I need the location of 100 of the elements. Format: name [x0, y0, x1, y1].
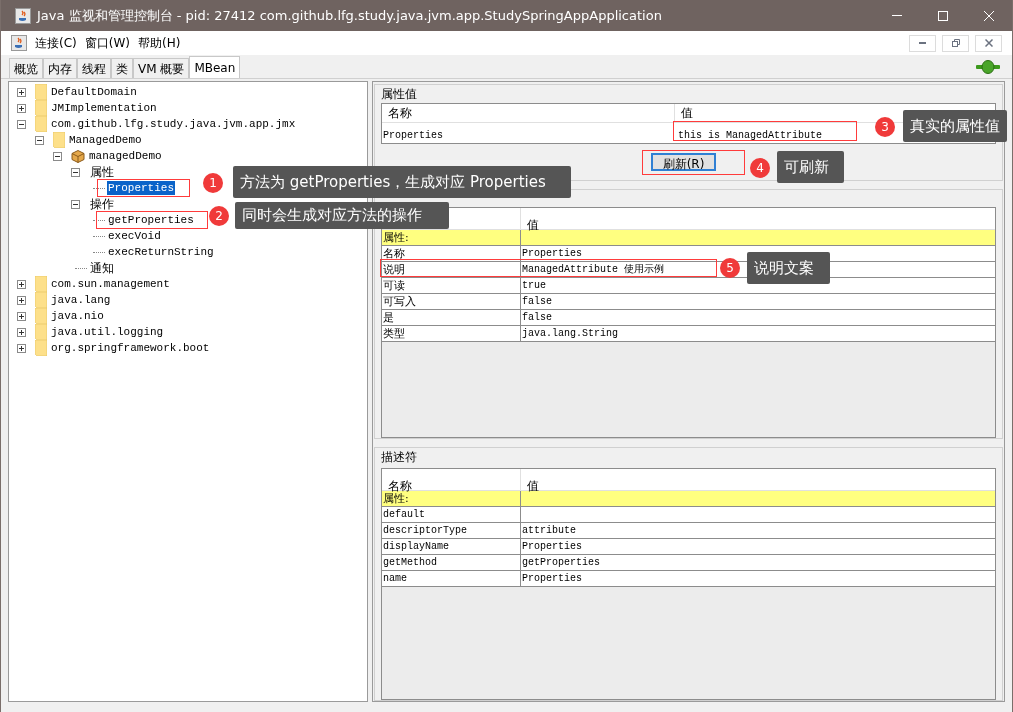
bean-icon	[71, 149, 85, 163]
table-cell: 可写入	[383, 295, 416, 308]
tab[interactable]: 线程	[77, 58, 111, 78]
expand-icon[interactable]	[17, 103, 26, 113]
folder-icon	[35, 340, 47, 356]
table-cell: name	[383, 572, 407, 585]
refresh-button[interactable]: 刷新(R)	[650, 153, 717, 171]
table-cell: Properties	[383, 130, 443, 141]
table-cell: true	[522, 279, 546, 292]
expand-icon[interactable]	[17, 87, 26, 97]
annotation-tooltip: 方法为 getProperties，生成对应 Properties	[233, 166, 571, 198]
tree-item[interactable]: 操作	[89, 197, 115, 211]
table-cell: Properties	[522, 572, 582, 585]
value-text[interactable]: this is ManagedAttribute	[678, 130, 823, 141]
collapse-icon[interactable]	[71, 199, 80, 209]
tree-item[interactable]: Properties	[107, 181, 175, 195]
group-title: 属性值	[380, 86, 417, 103]
collapse-icon[interactable]	[17, 119, 26, 129]
folder-icon	[35, 292, 47, 308]
tree-item[interactable]: DefaultDomain	[50, 85, 138, 99]
tab[interactable]: 概览	[9, 58, 43, 78]
tree-item[interactable]: 属性	[89, 165, 115, 179]
restore-icon	[951, 39, 960, 47]
folder-icon	[35, 324, 47, 340]
column-header[interactable]: 值	[527, 479, 539, 493]
table-cell: false	[522, 295, 552, 308]
menu-item[interactable]: 连接(C)	[35, 34, 77, 52]
tab[interactable]: 类	[111, 58, 133, 78]
expand-icon[interactable]	[17, 311, 26, 321]
app-icon	[11, 35, 27, 51]
table-cell: 名称	[383, 247, 405, 260]
group-title: 描述符	[380, 449, 417, 466]
menu-item[interactable]: 帮助(H)	[138, 34, 181, 52]
tree-item[interactable]: execReturnString	[107, 245, 215, 259]
java-icon	[15, 7, 31, 24]
collapse-icon[interactable]	[53, 151, 62, 161]
table-cell: default	[383, 508, 425, 521]
folder-icon	[35, 308, 47, 324]
table-cell: getMethod	[383, 556, 437, 569]
tree-item[interactable]: ManagedDemo	[68, 133, 143, 147]
window-title: Java 监视和管理控制台 - pid: 27412 com.github.lfg.study.java.jvm.app.StudySpringAppApplication	[37, 6, 662, 25]
minimize-icon	[892, 15, 902, 16]
column-header[interactable]: 名称	[388, 106, 412, 120]
minimize-icon	[919, 42, 926, 44]
table-cell: 属性:	[383, 231, 409, 244]
restore-button[interactable]	[942, 34, 969, 52]
expand-icon[interactable]	[17, 295, 26, 305]
close-button[interactable]	[975, 34, 1002, 52]
annotation-tooltip: 真实的属性值	[903, 110, 1007, 142]
table-cell: ManagedAttribute 使用示例	[522, 263, 665, 276]
connected-icon	[976, 60, 1000, 74]
column-header[interactable]: 值	[681, 106, 693, 120]
tree-item[interactable]: 通知	[89, 261, 115, 275]
folder-icon	[35, 84, 47, 100]
folder-icon	[35, 116, 47, 132]
table-cell: 是	[383, 311, 394, 324]
tree-item[interactable]: java.nio	[50, 309, 105, 323]
folder-icon	[35, 100, 47, 116]
table-cell: false	[522, 311, 552, 324]
tree-item[interactable]: managedDemo	[88, 149, 163, 163]
table-cell: Properties	[522, 540, 582, 553]
table-cell: descriptorType	[383, 524, 467, 537]
annotation-tooltip: 可刷新	[777, 151, 844, 183]
table-cell: 说明	[383, 263, 405, 276]
table-cell: Properties	[522, 247, 582, 260]
expand-icon[interactable]	[17, 343, 26, 353]
expand-icon[interactable]	[17, 279, 26, 289]
close-icon	[984, 10, 994, 21]
tab[interactable]: 内存	[43, 58, 77, 78]
expand-icon[interactable]	[17, 327, 26, 337]
folder-icon	[53, 132, 65, 148]
collapse-icon[interactable]	[35, 135, 44, 145]
annotation-tooltip: 说明文案	[747, 252, 830, 284]
minimize-button[interactable]	[909, 34, 936, 52]
close-icon	[984, 39, 993, 47]
tree-item[interactable]: java.lang	[50, 293, 112, 307]
number-badge: 4	[750, 158, 770, 178]
tree-item[interactable]: org.springframework.boot	[50, 341, 211, 355]
tree-item[interactable]: JMImplementation	[50, 101, 158, 115]
maximize-icon	[938, 10, 948, 21]
tab[interactable]: VM 概要	[133, 58, 190, 78]
table-cell: displayName	[383, 540, 449, 553]
table-cell: 可读	[383, 279, 405, 292]
column-header[interactable]: 值	[527, 218, 539, 232]
column-header[interactable]: 名称	[388, 479, 412, 493]
tree-item[interactable]: com.github.lfg.study.java.jvm.app.jmx	[50, 117, 297, 131]
table-cell: getProperties	[522, 556, 600, 569]
table-cell: 类型	[383, 327, 405, 340]
folder-icon	[35, 276, 47, 292]
tree-item[interactable]: getProperties	[107, 213, 195, 227]
tree-item[interactable]: execVoid	[107, 229, 162, 243]
tree-item[interactable]: com.sun.management	[50, 277, 171, 291]
tab[interactable]: MBean	[189, 56, 241, 78]
table-cell: 属性:	[383, 492, 409, 505]
tree-item[interactable]: java.util.logging	[50, 325, 165, 339]
annotation-tooltip: 同时会生成对应方法的操作	[235, 202, 449, 229]
menu-item[interactable]: 窗口(W)	[84, 34, 130, 52]
table-cell: java.lang.String	[522, 327, 618, 340]
table-cell: attribute	[522, 524, 576, 537]
collapse-icon[interactable]	[71, 167, 80, 177]
